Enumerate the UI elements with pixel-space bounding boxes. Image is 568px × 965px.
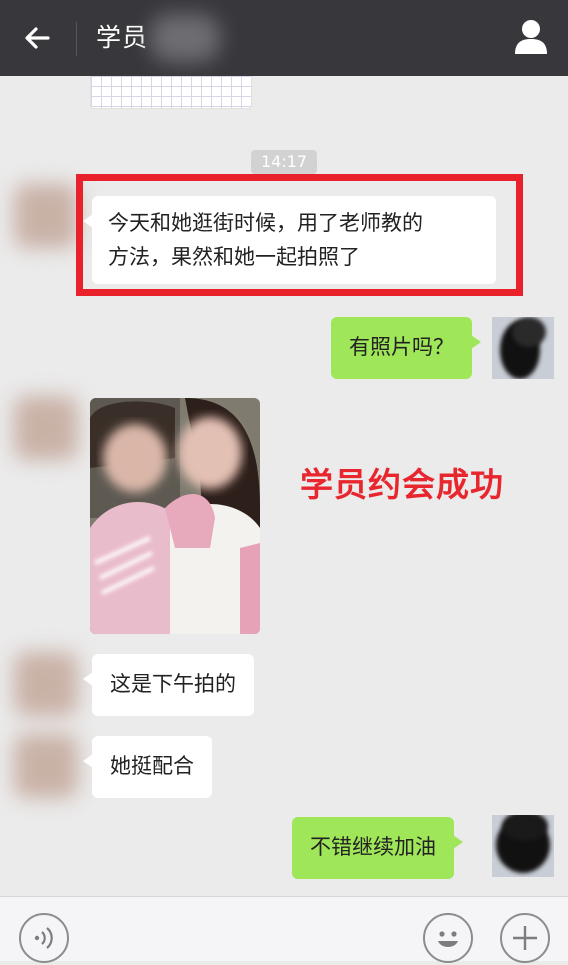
message-text: 她挺配合: [110, 754, 194, 778]
chat-title: 学员: [96, 23, 149, 52]
header-divider: [76, 22, 77, 56]
input-bar: [0, 896, 568, 963]
contact-avatar[interactable]: [14, 396, 78, 460]
blurred-title-part: [150, 14, 220, 62]
voice-button[interactable]: [19, 913, 69, 963]
my-avatar[interactable]: [492, 317, 554, 379]
message-bubble-incoming[interactable]: 她挺配合: [83, 736, 212, 798]
my-avatar[interactable]: [492, 815, 554, 877]
chat-header: 学员: [0, 0, 568, 76]
contact-avatar[interactable]: [14, 652, 78, 716]
message-timestamp: 14:17: [251, 150, 318, 174]
message-text-line: 方法，果然和她一起拍照了: [108, 245, 360, 269]
message-text: 这是下午拍的: [110, 672, 236, 696]
message-bubble-outgoing[interactable]: 有照片吗？: [331, 317, 481, 379]
person-icon[interactable]: [514, 18, 548, 56]
more-button[interactable]: [500, 913, 550, 963]
voice-icon: [34, 927, 53, 949]
annotation-text: 学员约会成功: [300, 465, 504, 504]
message-text-line: 今天和她逛街时候，用了老师教的: [108, 211, 423, 235]
arrow-left-icon[interactable]: [18, 18, 58, 58]
message-text: 有照片吗？: [349, 335, 454, 359]
couple-photo-image: [90, 398, 260, 634]
contact-avatar[interactable]: [14, 184, 78, 248]
message-bubble-outgoing[interactable]: 不错继续加油: [292, 817, 463, 879]
message-bubble-incoming[interactable]: 今天和她逛街时候，用了老师教的 方法，果然和她一起拍照了: [83, 196, 496, 284]
message-text: 不错继续加油: [310, 835, 436, 859]
smiley-icon: [438, 931, 458, 947]
plus-icon: [513, 926, 537, 950]
emoji-button[interactable]: [423, 913, 473, 963]
previous-image-message[interactable]: [90, 76, 252, 109]
photo-message[interactable]: [90, 398, 260, 634]
message-bubble-incoming[interactable]: 这是下午拍的: [83, 654, 254, 716]
contact-avatar[interactable]: [14, 734, 78, 798]
